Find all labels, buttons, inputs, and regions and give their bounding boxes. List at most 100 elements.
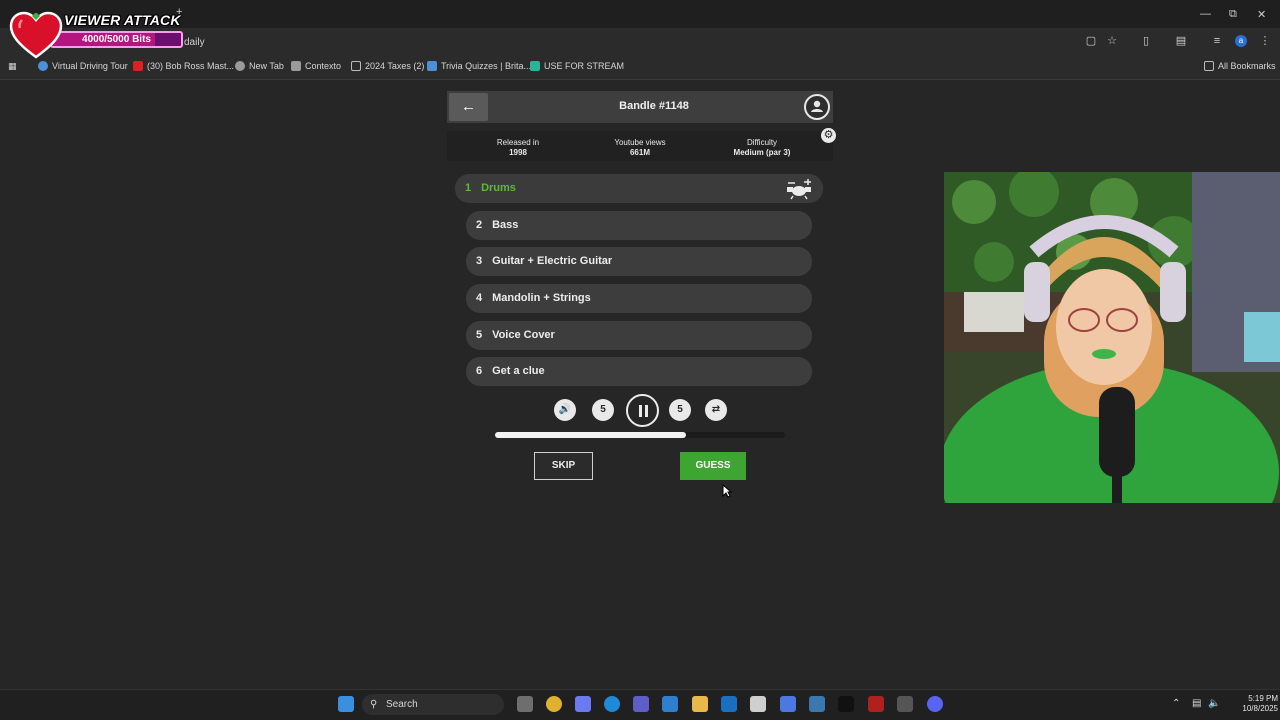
close-icon[interactable]: ✕ xyxy=(1257,8,1266,21)
track-label: Bass xyxy=(492,219,519,231)
outlook-icon[interactable] xyxy=(721,696,737,712)
address-bar-text[interactable]: daily xyxy=(184,37,205,48)
contexto-icon xyxy=(291,61,301,71)
star-icon[interactable]: ☆ xyxy=(1106,35,1118,47)
discord-icon[interactable] xyxy=(927,696,943,712)
m365-icon[interactable] xyxy=(780,696,796,712)
track-label: Drums xyxy=(481,182,516,194)
bookmark-item[interactable]: New Tab xyxy=(235,61,284,71)
bookmark-label: Contexto xyxy=(305,61,342,71)
taskbar-clock[interactable]: 5:19 PM 10/8/2025 xyxy=(1222,694,1278,714)
bookmark-item[interactable]: 2024 Taxes (2) xyxy=(351,61,424,71)
trivia-icon xyxy=(427,61,437,71)
tab-strip: + — ⧉ ✕ xyxy=(0,0,1280,28)
skip-button[interactable]: SKIP xyxy=(534,452,593,480)
search-label: Search xyxy=(386,699,418,710)
game-app-icon[interactable] xyxy=(868,696,884,712)
track-voice[interactable]: 5 Voice Cover xyxy=(466,321,812,350)
extensions-icon[interactable]: ▯ xyxy=(1140,35,1152,47)
chevron-up-icon[interactable]: ⌃ xyxy=(1172,698,1180,709)
rewind-5-icon[interactable]: 5 xyxy=(592,399,614,421)
views-label: Youtube views xyxy=(614,138,666,147)
bookmark-label: (30) Bob Ross Mast... xyxy=(147,61,235,71)
difficulty-info: Difficulty Medium (par 3) xyxy=(717,138,807,158)
webcam-feed xyxy=(944,172,1280,503)
folder-icon xyxy=(1204,61,1214,71)
track-drums[interactable]: 1 Drums xyxy=(455,174,823,203)
streaming-app-icon[interactable] xyxy=(897,696,913,712)
teams-icon[interactable] xyxy=(633,696,649,712)
released-label: Released in xyxy=(496,138,540,147)
network-icon[interactable]: ▤ xyxy=(1192,698,1201,709)
edge-icon[interactable] xyxy=(604,696,620,712)
minimize-icon[interactable]: — xyxy=(1200,8,1211,20)
globe-icon xyxy=(38,61,48,71)
track-number: 3 xyxy=(476,255,483,267)
track-number: 6 xyxy=(476,365,483,377)
sidepanel-icon[interactable]: ▤ xyxy=(1175,35,1187,47)
track-number: 5 xyxy=(476,329,483,341)
rewind-label: 5 xyxy=(600,404,606,415)
bookmark-label: 2024 Taxes (2) xyxy=(365,61,425,71)
track-number: 2 xyxy=(476,219,483,231)
file-explorer-icon[interactable] xyxy=(692,696,708,712)
track-bass[interactable]: 2 Bass xyxy=(466,211,812,240)
repeat-off-icon[interactable]: ⇄ xyxy=(705,399,727,421)
install-app-icon[interactable]: ▢ xyxy=(1085,35,1097,47)
windows-start-icon[interactable] xyxy=(338,696,354,712)
pause-button[interactable] xyxy=(626,394,659,427)
bookmark-item[interactable]: (30) Bob Ross Mast... xyxy=(133,61,234,71)
user-icon xyxy=(811,100,823,112)
menu-kebab-icon[interactable]: ⋮ xyxy=(1259,35,1271,47)
difficulty-label: Difficulty xyxy=(746,138,778,147)
guess-button[interactable]: GUESS xyxy=(680,452,746,480)
game-title: Bandle #1148 xyxy=(619,100,689,112)
gear-icon[interactable]: ⚙ xyxy=(821,128,836,143)
track-label: Voice Cover xyxy=(492,329,555,341)
speaker-icon[interactable]: 🔈 xyxy=(1208,698,1220,709)
app-icon[interactable] xyxy=(809,696,825,712)
track-guitar[interactable]: 3 Guitar + Electric Guitar xyxy=(466,247,812,276)
bookmark-item[interactable]: USE FOR STREAM xyxy=(530,61,624,71)
restore-icon[interactable]: ⧉ xyxy=(1229,8,1237,21)
photos-icon[interactable] xyxy=(662,696,678,712)
playback-progress-bar[interactable] xyxy=(495,432,785,438)
store-icon[interactable] xyxy=(750,696,766,712)
copilot-icon[interactable] xyxy=(575,696,591,712)
folder-icon xyxy=(351,61,361,71)
profile-avatar-icon[interactable]: a xyxy=(1235,35,1247,47)
track-number: 4 xyxy=(476,292,483,304)
taskbar-search[interactable]: ⚲ Search xyxy=(362,694,504,715)
all-bookmarks[interactable]: All Bookmarks xyxy=(1204,61,1276,71)
mouse-cursor-icon xyxy=(722,484,732,498)
views-info: Youtube views 661M xyxy=(597,138,683,158)
drum-kit-icon xyxy=(787,179,811,200)
track-clue[interactable]: 6 Get a clue xyxy=(466,357,812,386)
bookmarks-bar: ▦ Virtual Driving Tour (30) Bob Ross Mas… xyxy=(0,56,1280,80)
profile-button[interactable] xyxy=(804,94,830,120)
bookmark-item[interactable]: Virtual Driving Tour xyxy=(38,61,128,71)
all-bookmarks-label: All Bookmarks xyxy=(1218,61,1276,71)
chrome-icon[interactable] xyxy=(546,696,562,712)
viewer-attack-title: VIEWER ATTACK xyxy=(64,12,181,28)
back-button[interactable]: ← xyxy=(449,93,488,121)
heart-icon xyxy=(9,11,63,59)
bits-progress-text: 4000/5000 Bits xyxy=(82,34,151,45)
clock-date: 10/8/2025 xyxy=(1242,704,1278,713)
arrow-left-icon: ← xyxy=(461,98,476,115)
x-app-icon[interactable] xyxy=(838,696,854,712)
difficulty-value: Medium (par 3) xyxy=(733,148,791,157)
bookmark-item[interactable]: Trivia Quizzes | Brita... xyxy=(427,61,531,71)
p-icon xyxy=(530,61,540,71)
forward-5-icon[interactable]: 5 xyxy=(669,399,691,421)
media-icon[interactable]: ≡ xyxy=(1211,35,1223,47)
apps-grid-icon[interactable]: ▦ xyxy=(8,61,17,72)
task-view-icon[interactable] xyxy=(517,696,533,712)
views-value: 661M xyxy=(629,148,650,157)
bookmark-item[interactable]: Contexto xyxy=(291,61,341,71)
track-mandolin[interactable]: 4 Mandolin + Strings xyxy=(466,284,812,313)
track-label: Mandolin + Strings xyxy=(492,292,591,304)
bookmark-label: USE FOR STREAM xyxy=(544,61,625,71)
volume-icon[interactable]: 🔊 xyxy=(554,399,576,421)
newtab-icon xyxy=(235,61,245,71)
